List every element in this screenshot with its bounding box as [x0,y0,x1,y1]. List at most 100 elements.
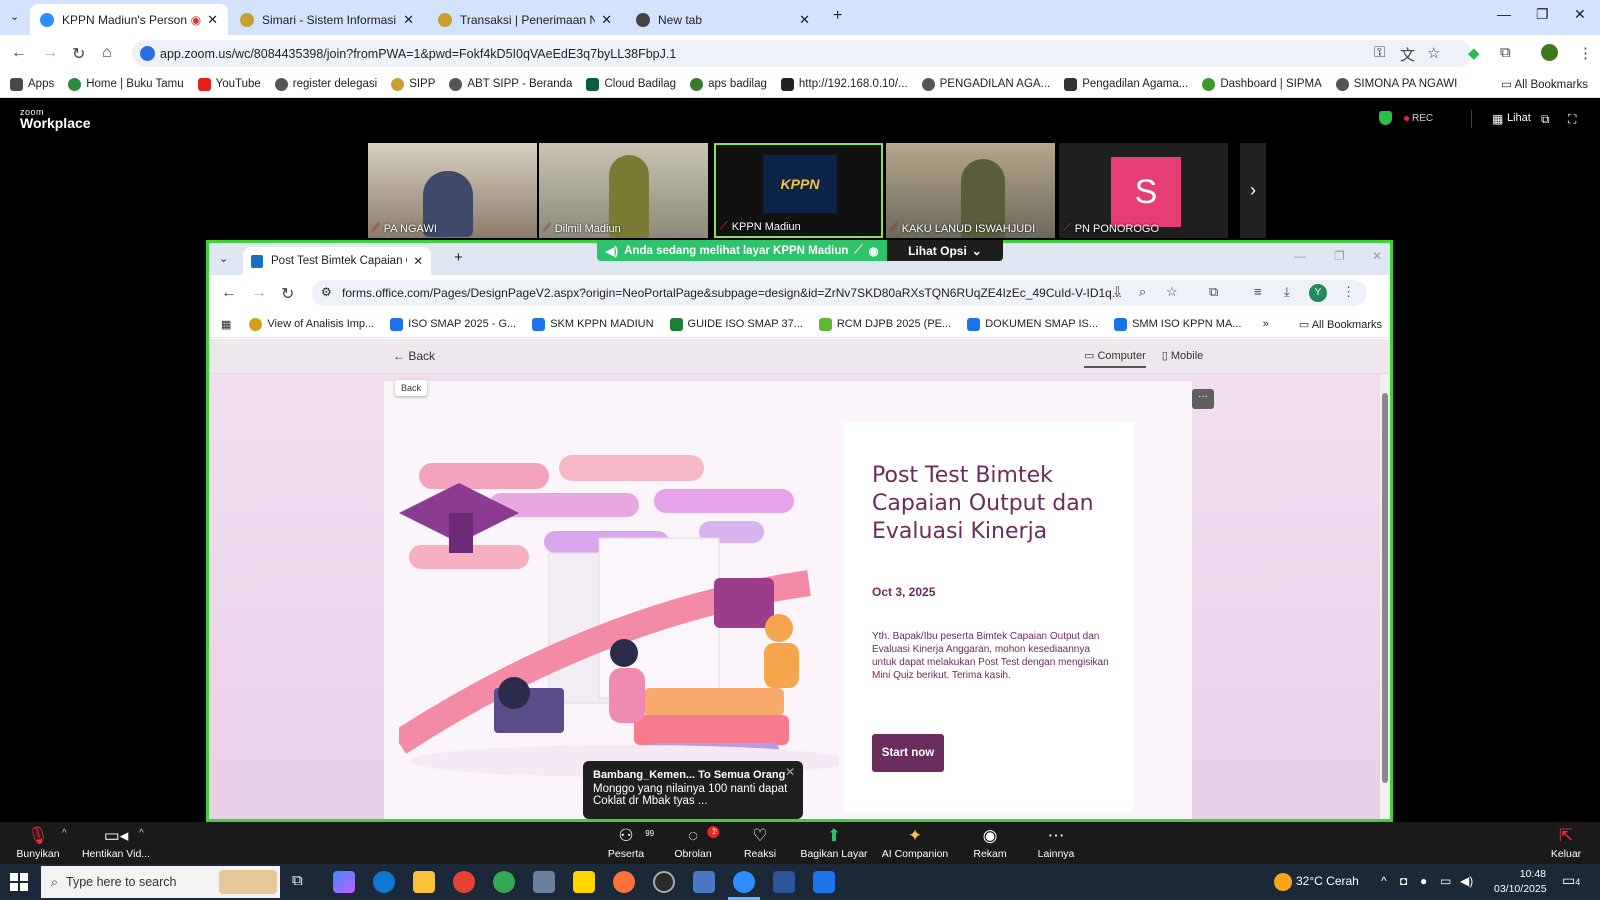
participant-tile[interactable]: S ⟋ PN PONOROGO [1059,143,1228,238]
chat-button[interactable]: ◌ 1 Obrolan [674,826,720,860]
search-highlight-image [219,870,277,894]
notification-icon[interactable]: ▭4 [1562,872,1580,889]
ai-companion-button[interactable]: ✦ AI Companion [882,826,949,860]
restore-icon[interactable]: ❐ [1536,6,1549,23]
view-options-button[interactable]: Lihat Opsi ⌄ [887,240,1003,261]
security-shield-icon[interactable] [1379,111,1392,125]
obs-icon[interactable] [653,871,675,893]
leave-button[interactable]: ⇱ Keluar [1551,826,1581,860]
url-input[interactable]: app.zoom.us/wc/8084435398/join?fromPWA=1… [132,40,1472,67]
close-tab-icon[interactable]: ✕ [403,12,414,28]
sticky-notes-icon[interactable] [573,871,595,893]
close-tab-icon[interactable]: ✕ [601,12,612,28]
record-button[interactable]: ◉ Rekam [973,826,1006,860]
app-icon[interactable] [813,871,835,893]
password-key-icon[interactable]: ⚿ [1374,44,1385,61]
bookmark-item[interactable]: register delegasi [274,77,377,91]
bookmark-item: GUIDE ISO SMAP 37... [669,317,803,331]
mic-tray-icon[interactable]: ● [1420,874,1427,888]
weather-widget[interactable]: 32°C Cerah [1296,874,1359,888]
bookmark-item[interactable]: Pengadilan Agama... [1064,77,1188,91]
network-icon[interactable]: ▭ [1440,874,1451,888]
bookmark-item[interactable]: http://192.168.0.10/... [780,77,908,91]
menu-kebab-icon: ⋮ [1342,284,1355,299]
close-icon[interactable]: ✕ [785,765,795,779]
chrome-icon[interactable] [453,871,475,893]
extensions-icon: ⧉ [1209,284,1219,299]
pip-icon[interactable]: ⧉ [1541,112,1550,127]
bookmark-item[interactable]: Cloud Badilag [586,77,676,91]
camera-tray-icon[interactable]: ◘ [1400,874,1407,888]
extension-icon[interactable]: ◆ [1468,44,1480,62]
share-screen-button[interactable]: ⬆ Bagikan Layar [800,826,867,860]
media-icon: ≡ [1254,284,1262,299]
extensions-icon[interactable]: ⧉ [1500,44,1511,61]
edge-icon[interactable] [373,871,395,893]
more-button[interactable]: ⋯ Lainnya [1038,826,1075,860]
all-bookmarks[interactable]: ▭ All Bookmarks [1501,77,1588,91]
participant-tile[interactable]: ⟋ KAKU LANUD ISWAHJUDI [886,143,1055,238]
tab-zoom[interactable]: KPPN Madiun's Personal M ◉ ✕ [30,4,228,35]
taskbar-clock[interactable]: 10:48 03/10/2025 [1494,867,1547,897]
task-view-icon[interactable]: ⧉ [292,872,303,889]
view-button[interactable]: Lihat [1507,112,1531,124]
site-info-icon[interactable] [140,46,155,61]
zoom-pwa-icon[interactable] [733,871,755,893]
participant-tile[interactable]: ⟋ Dilmil Madiun [539,143,708,238]
copilot-icon[interactable] [333,871,355,893]
fullscreen-icon[interactable]: ⛶ [1568,112,1576,127]
bookmark-item[interactable]: SIPP [391,77,435,91]
taskbar-search-input[interactable]: ⌕ Type here to search [41,866,280,898]
tray-chevron-icon[interactable]: ^ [1381,874,1387,888]
participant-tile-active[interactable]: KPPN ⟋ KPPN Madiun [714,143,883,238]
new-tab-icon: + [454,249,463,266]
back-icon[interactable]: ← [11,44,27,62]
chrome-icon[interactable] [493,871,515,893]
menu-kebab-icon[interactable]: ⋮ [1578,44,1593,62]
next-page-arrow-icon[interactable]: › [1240,143,1266,238]
bookmark-favicon-icon [690,77,704,91]
chevron-up-icon[interactable]: ^ [139,828,144,839]
close-window-icon[interactable]: ✕ [1574,6,1586,23]
tab-simari[interactable]: Simari - Sistem Informasi Mahk ✕ [230,4,424,35]
participants-button[interactable]: ⚇ 99 Peserta [608,826,654,860]
unmute-button[interactable]: 🎙 Bunyikan [16,826,59,860]
home-icon[interactable]: ⌂ [102,44,112,62]
bookmark-item[interactable]: PENGADILAN AGA... [921,77,1050,91]
tab-search-icon[interactable]: ⌄ [10,10,19,23]
participant-tile[interactable]: ⟋ PA NGAWI [368,143,537,238]
firefox-icon[interactable] [613,871,635,893]
tab-transaksi[interactable]: Transaksi | Penerimaan Negara ✕ [428,4,622,35]
bookmark-item[interactable]: aps badilag [690,77,767,91]
profile-avatar[interactable] [1541,44,1558,61]
windows-start-icon[interactable] [10,873,28,891]
chat-notification[interactable]: Bambang_Kemen... To Semua Orang Monggo y… [583,761,803,819]
new-tab-icon[interactable]: + [833,7,842,25]
forward-icon[interactable]: → [42,44,58,62]
reload-icon[interactable]: ↻ [72,44,85,64]
muted-mic-icon: ⟋ [890,222,898,234]
bookmark-apps[interactable]: Apps [10,77,54,91]
chevron-up-icon[interactable]: ^ [713,828,718,839]
bookmark-item[interactable]: Home | Buku Tamu [68,77,184,91]
bookmark-youtube[interactable]: YouTube [197,77,261,91]
close-tab-icon[interactable]: ✕ [207,12,218,28]
calculator-icon[interactable] [693,871,715,893]
bookmark-star-icon[interactable]: ☆ [1427,44,1440,62]
close-tab-icon[interactable]: ✕ [799,12,810,28]
reactions-button[interactable]: ♡ Reaksi [744,826,776,860]
translate-icon[interactable]: 文 [1400,44,1415,65]
chevron-up-icon[interactable]: ^ [62,828,67,839]
bookmark-item[interactable]: SIMONA PA NGAWI [1335,77,1457,91]
minimize-icon[interactable]: — [1497,6,1511,22]
file-explorer-icon[interactable] [413,871,435,893]
volume-icon[interactable]: ◀) [1460,874,1473,888]
install-icon: ⇩ [1112,284,1123,299]
forms-favicon-icon [251,254,263,268]
tab-new[interactable]: New tab ✕ [626,4,820,35]
app-icon[interactable] [533,871,555,893]
word-icon[interactable] [773,871,795,893]
bookmark-item[interactable]: ABT SIPP - Beranda [449,77,572,91]
bookmark-item[interactable]: Dashboard | SIPMA [1202,77,1322,91]
rec-dot-icon [1404,116,1409,121]
